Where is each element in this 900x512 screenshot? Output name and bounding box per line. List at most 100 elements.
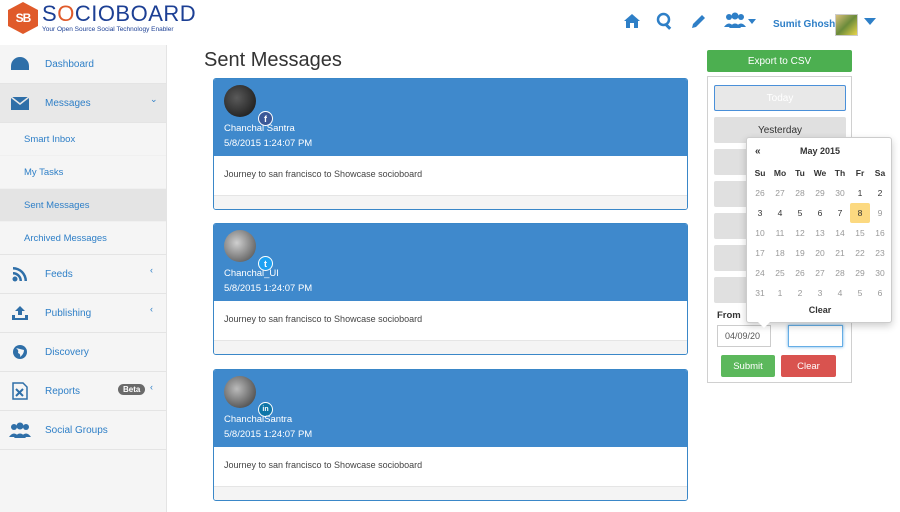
calendar-day-selected[interactable]: 8 <box>850 203 870 223</box>
upload-icon <box>9 303 31 323</box>
chevron-left-icon: ‹ <box>150 304 153 314</box>
calendar-clear-button[interactable]: Clear <box>747 305 893 315</box>
calendar-day[interactable]: 27 <box>810 263 830 283</box>
calendar-day[interactable]: 19 <box>790 243 810 263</box>
calendar-day[interactable]: 29 <box>810 183 830 203</box>
envelope-icon <box>9 93 31 113</box>
calendar-day[interactable]: 5 <box>790 203 810 223</box>
calendar-day[interactable]: 25 <box>770 263 790 283</box>
calendar-day[interactable]: 10 <box>750 223 770 243</box>
calendar-day[interactable]: 14 <box>830 223 850 243</box>
globe-icon <box>9 342 31 362</box>
sidebar-item-discovery[interactable]: Discovery <box>0 333 166 372</box>
clear-button[interactable]: Clear <box>781 355 836 377</box>
search-icon[interactable] <box>655 11 675 31</box>
message-text: Journey to san francisco to Showcase soc… <box>214 301 687 341</box>
message-text: Journey to san francisco to Showcase soc… <box>214 156 687 196</box>
calendar-day[interactable]: 26 <box>750 183 770 203</box>
dashboard-icon <box>9 54 31 74</box>
to-date-input[interactable] <box>788 325 843 347</box>
user-avatar[interactable] <box>835 14 858 36</box>
calendar-day[interactable]: 27 <box>770 183 790 203</box>
calendar-day[interactable]: 16 <box>870 223 890 243</box>
calendar-day[interactable]: 9 <box>870 203 890 223</box>
submit-button[interactable]: Submit <box>721 355 775 377</box>
calendar-day[interactable]: 28 <box>790 183 810 203</box>
calendar-day[interactable]: 1 <box>770 283 790 303</box>
calendar-day[interactable]: 20 <box>810 243 830 263</box>
top-header: SB SOCIOBOARD Your Open Source Social Te… <box>0 0 900 45</box>
export-csv-button[interactable]: Export to CSV <box>707 50 852 72</box>
chevron-left-icon: ‹ <box>150 265 153 275</box>
message-header: in ChanchalSantra 5/8/2015 1:24:07 PM <box>214 370 687 447</box>
pencil-icon[interactable] <box>688 11 708 31</box>
calendar-day[interactable]: 30 <box>870 263 890 283</box>
calendar-month-label[interactable]: May 2015 <box>747 146 893 156</box>
calendar-day[interactable]: 6 <box>810 203 830 223</box>
calendar-day[interactable]: 23 <box>870 243 890 263</box>
sidebar: Dashboard Messages ⌄ Smart Inbox My Task… <box>0 45 167 512</box>
calendar-day[interactable]: 1 <box>850 183 870 203</box>
profile-avatar[interactable]: t <box>224 230 273 271</box>
calendar-day[interactable]: 3 <box>750 203 770 223</box>
calendar-week: 31 1 2 3 4 5 6 <box>750 283 890 303</box>
user-menu-caret-icon[interactable] <box>864 18 876 25</box>
sidebar-item-feeds[interactable]: Feeds ‹ <box>0 255 166 294</box>
datepicker-pointer <box>758 322 770 328</box>
sidebar-subitem-archived-messages[interactable]: Archived Messages <box>0 222 166 255</box>
profile-name: Chanchal Santra <box>224 123 295 134</box>
message-card: t Chanchal_UI 5/8/2015 1:24:07 PM Journe… <box>213 223 688 355</box>
calendar-day[interactable]: 2 <box>790 283 810 303</box>
calendar-day[interactable]: 6 <box>870 283 890 303</box>
logo-tagline: Your Open Source Social Technology Enabl… <box>42 26 174 33</box>
sidebar-item-messages[interactable]: Messages ⌄ <box>0 84 166 123</box>
calendar-day[interactable]: 22 <box>850 243 870 263</box>
sidebar-item-publishing[interactable]: Publishing ‹ <box>0 294 166 333</box>
calendar-day[interactable]: 4 <box>830 283 850 303</box>
home-icon[interactable] <box>622 11 642 31</box>
app-root: SB SOCIOBOARD Your Open Source Social Te… <box>0 0 900 512</box>
calendar-day[interactable]: 7 <box>830 203 850 223</box>
calendar-prev-icon[interactable]: « <box>755 146 761 157</box>
sidebar-item-label: Publishing <box>45 307 92 319</box>
sidebar-subitem-my-tasks[interactable]: My Tasks <box>0 156 166 189</box>
sidebar-item-social-groups[interactable]: Social Groups <box>0 411 166 450</box>
sidebar-subitem-sent-messages[interactable]: Sent Messages <box>0 189 166 222</box>
profile-avatar[interactable]: in <box>224 376 273 417</box>
calendar-day[interactable]: 5 <box>850 283 870 303</box>
users-icon[interactable] <box>724 11 756 31</box>
calendar-day[interactable]: 3 <box>810 283 830 303</box>
beta-badge: Beta <box>118 384 146 395</box>
calendar-week: 3 4 5 6 7 8 9 <box>750 203 890 223</box>
calendar-day[interactable]: 26 <box>790 263 810 283</box>
calendar-day[interactable]: 18 <box>770 243 790 263</box>
sidebar-subitem-smart-inbox[interactable]: Smart Inbox <box>0 123 166 156</box>
sidebar-item-reports[interactable]: Reports Beta ‹ <box>0 372 166 411</box>
message-header: t Chanchal_UI 5/8/2015 1:24:07 PM <box>214 224 687 301</box>
user-name[interactable]: Sumit Ghosh <box>773 19 835 30</box>
weekday: Sa <box>874 168 886 178</box>
calendar-day[interactable]: 15 <box>850 223 870 243</box>
socioboard-logo[interactable]: SB SOCIOBOARD Your Open Source Social Te… <box>8 2 196 36</box>
message-header: f Chanchal Santra 5/8/2015 1:24:07 PM <box>214 79 687 156</box>
calendar-day[interactable]: 24 <box>750 263 770 283</box>
calendar-day[interactable]: 12 <box>790 223 810 243</box>
sidebar-item-label: Messages <box>45 97 91 109</box>
calendar-day[interactable]: 21 <box>830 243 850 263</box>
message-text: Journey to san francisco to Showcase soc… <box>214 447 687 487</box>
sidebar-item-dashboard[interactable]: Dashboard <box>0 45 166 84</box>
calendar-day[interactable]: 4 <box>770 203 790 223</box>
from-date-input[interactable] <box>717 325 771 347</box>
today-button[interactable]: Today <box>714 85 846 111</box>
calendar-day[interactable]: 17 <box>750 243 770 263</box>
calendar-day[interactable]: 11 <box>770 223 790 243</box>
chevron-down-icon: ⌄ <box>150 94 158 104</box>
calendar-day[interactable]: 2 <box>870 183 890 203</box>
weekday: Tu <box>795 168 805 178</box>
profile-avatar[interactable]: f <box>224 85 273 126</box>
calendar-day[interactable]: 13 <box>810 223 830 243</box>
calendar-day[interactable]: 28 <box>830 263 850 283</box>
calendar-day[interactable]: 29 <box>850 263 870 283</box>
calendar-day[interactable]: 30 <box>830 183 850 203</box>
calendar-day[interactable]: 31 <box>750 283 770 303</box>
